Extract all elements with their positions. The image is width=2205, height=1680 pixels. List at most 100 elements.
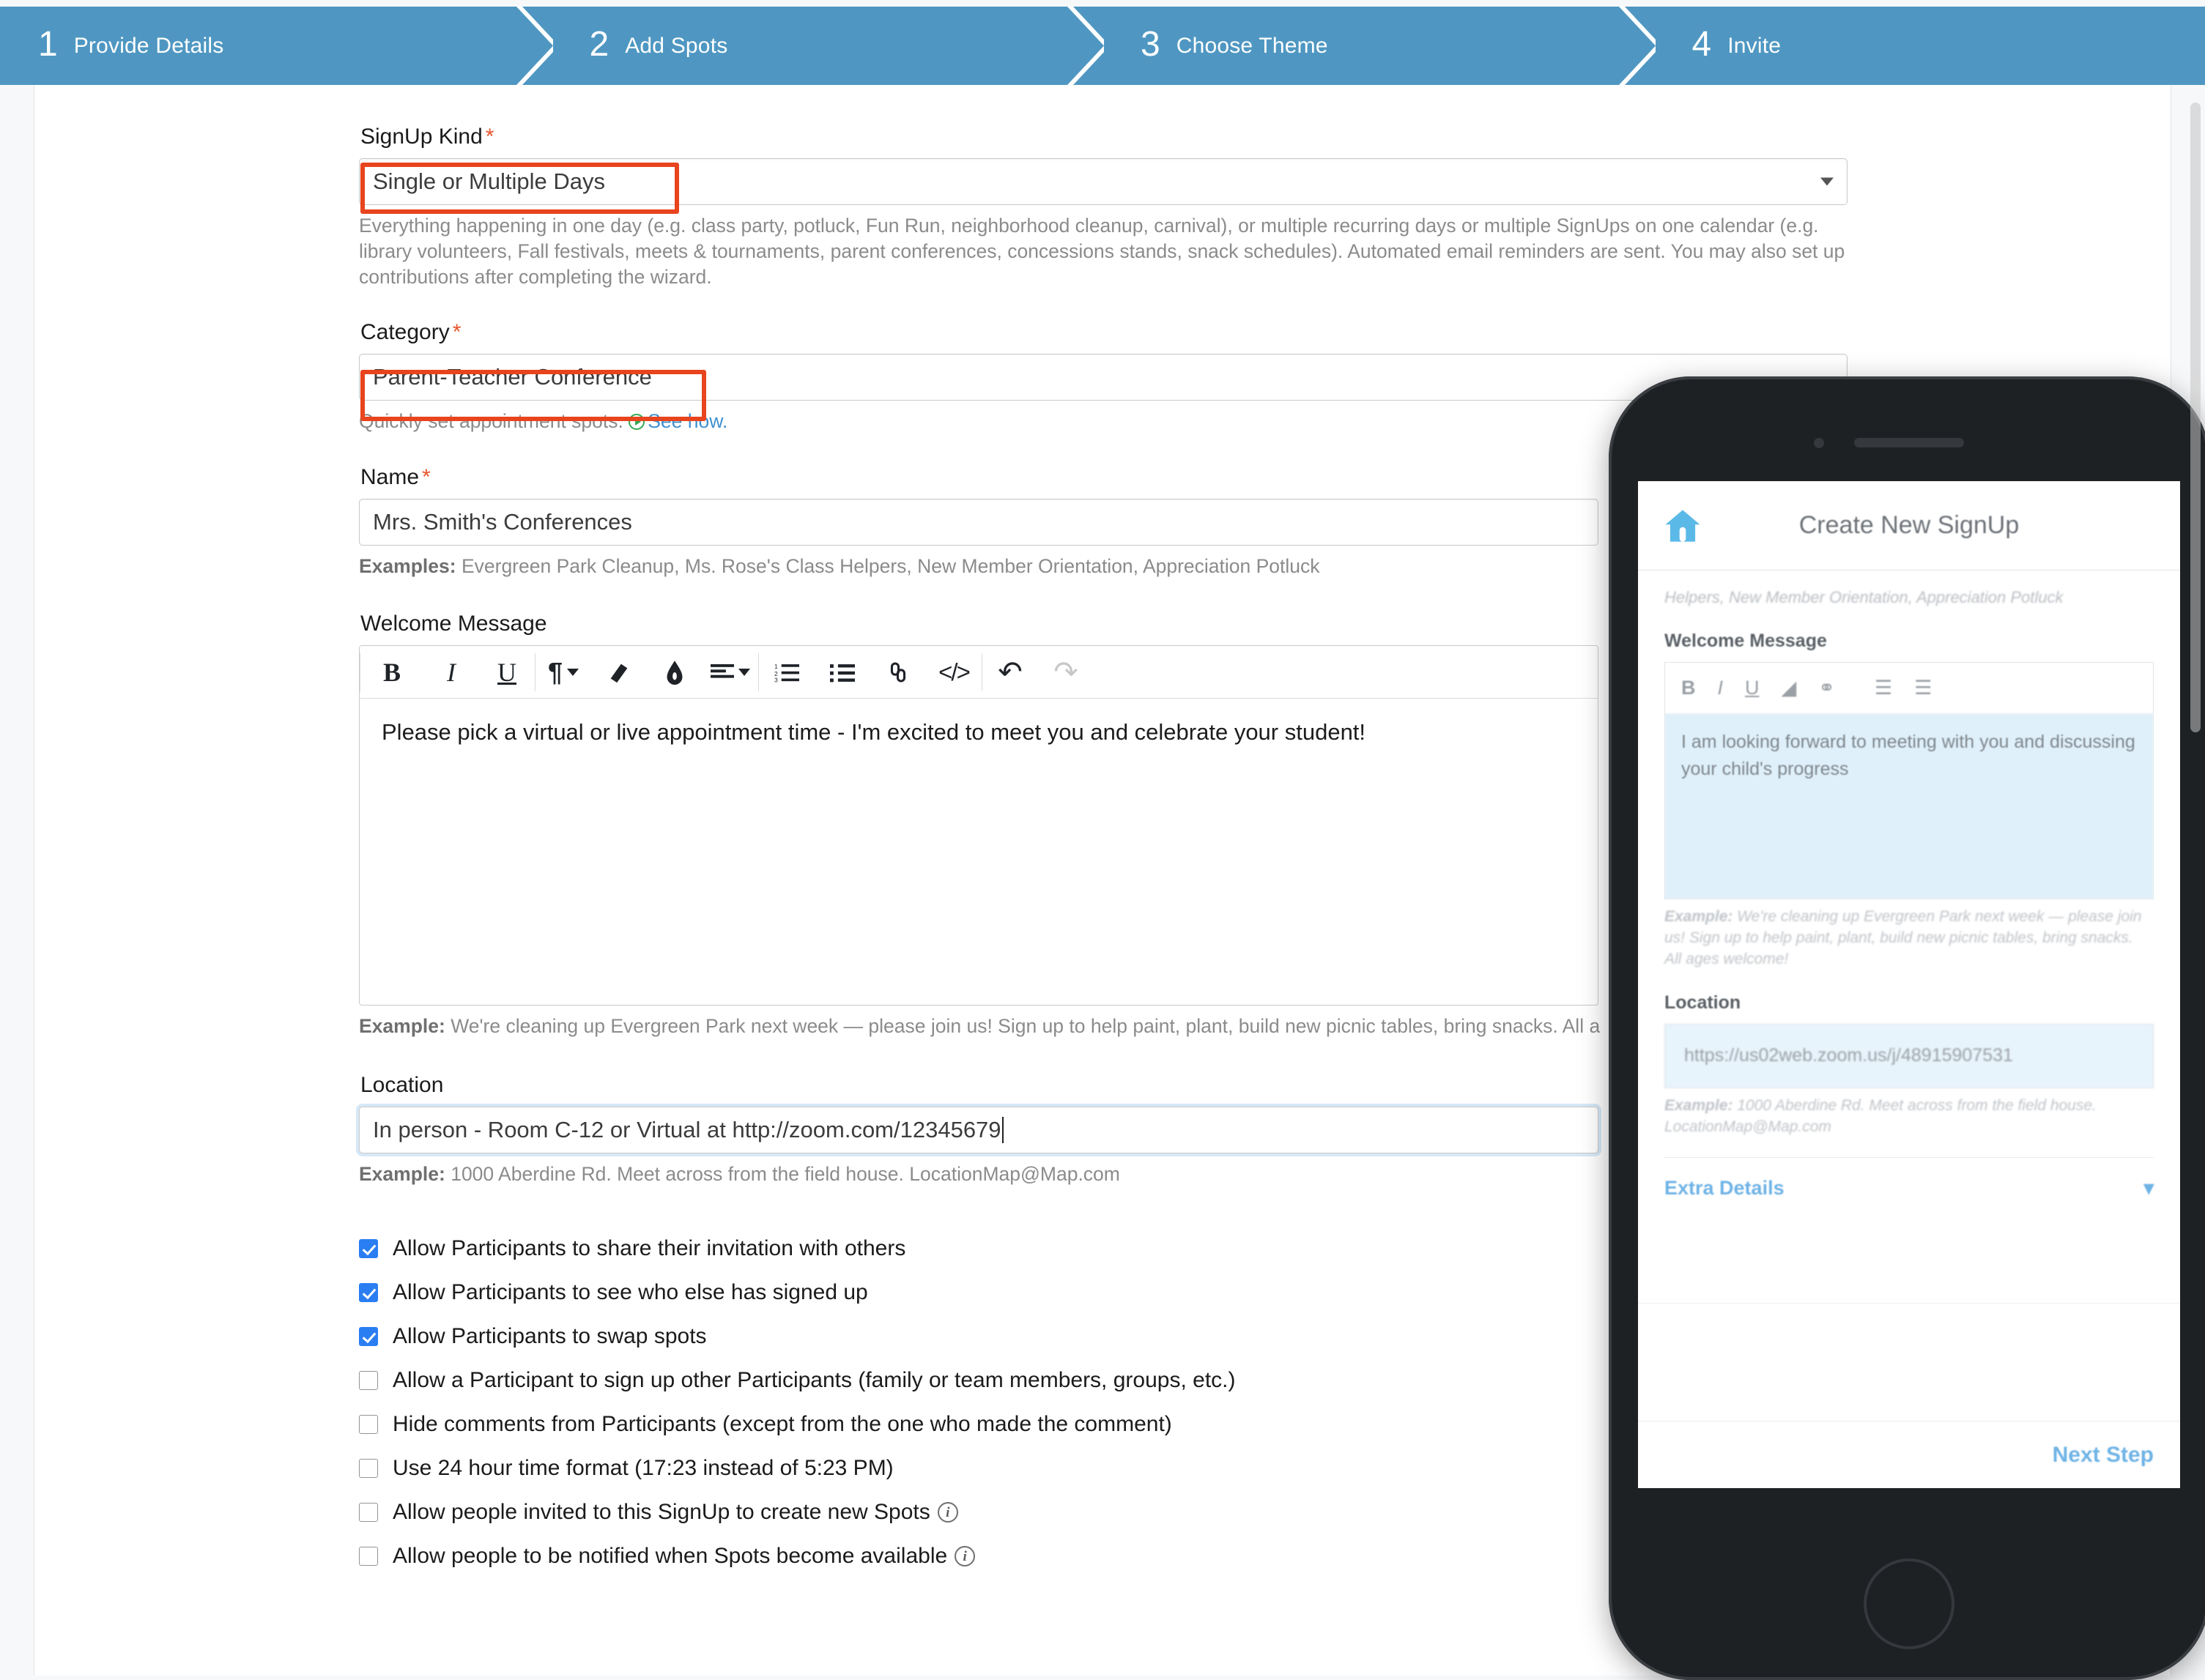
option-label: Allow a Participant to sign up other Par… [393, 1368, 1235, 1393]
info-icon[interactable]: i [938, 1502, 958, 1523]
welcome-message-editor[interactable]: B I U ¶ 1 [359, 645, 1598, 1006]
text-color-icon[interactable] [647, 646, 703, 698]
name-value: Mrs. Smith's Conferences [373, 509, 632, 535]
checkbox-notify-spots-available[interactable] [359, 1547, 378, 1566]
phone-camera [1814, 438, 1824, 448]
checkbox-allow-share-invitation[interactable] [359, 1239, 378, 1258]
signup-kind-label: SignUp Kind* [360, 124, 1897, 149]
paragraph-format-icon[interactable]: ¶ [536, 646, 591, 698]
text-color-icon[interactable]: ◢ [1782, 677, 1797, 699]
chevron-down-icon [1820, 178, 1834, 186]
phone-location-input[interactable]: https://us02web.zoom.us/j/48915907531 [1664, 1024, 2154, 1088]
signup-kind-value: Single or Multiple Days [373, 168, 605, 195]
location-value: In person - Room C-12 or Virtual at http… [373, 1117, 1001, 1143]
wizard-step-3[interactable]: 3 Choose Theme [1102, 7, 1654, 85]
option-label: Allow Participants to share their invita… [393, 1236, 905, 1261]
align-icon[interactable] [703, 646, 758, 698]
see-how-link[interactable]: See how. [648, 410, 727, 432]
redo-icon[interactable]: ↷ [1038, 646, 1094, 698]
wizard-step-2-number: 2 [590, 27, 609, 62]
option-label: Hide comments from Participants (except … [393, 1412, 1172, 1437]
ink-drop-glyph [664, 660, 686, 685]
insert-link-icon[interactable] [870, 646, 926, 698]
phone-section-divider [1638, 1303, 2180, 1304]
wizard-step-4-label: Invite [1727, 34, 1781, 59]
welcome-message-text[interactable]: Please pick a virtual or live appointmen… [360, 699, 1598, 1005]
phone-extra-details-toggle[interactable]: Extra Details ▾ [1664, 1158, 2154, 1219]
wizard-step-2[interactable]: 2 Add Spots [552, 7, 1103, 85]
phone-welcome-example: Example: We're cleaning up Evergreen Par… [1664, 907, 2154, 970]
underline-icon[interactable]: U [1745, 677, 1760, 699]
phone-welcome-text[interactable]: I am looking forward to meeting with you… [1665, 714, 2153, 899]
checkbox-allow-swap-spots[interactable] [359, 1327, 378, 1346]
wizard-step-1-number: 1 [38, 27, 58, 62]
phone-editor-toolbar: B I U ◢ ⚭ ☰ ☰ [1665, 663, 2153, 714]
play-circle-icon [629, 414, 645, 430]
unordered-list-icon[interactable] [815, 646, 870, 698]
align-glyph [711, 663, 734, 682]
ordered-list-glyph: 1 2 3 [774, 661, 799, 683]
wizard-step-4[interactable]: 4 Invite [1654, 7, 2205, 85]
info-icon[interactable]: i [955, 1546, 975, 1566]
wizard-step-3-label: Choose Theme [1176, 34, 1328, 59]
wizard-step-3-number: 3 [1141, 27, 1160, 62]
checkbox-hide-comments[interactable] [359, 1415, 378, 1434]
required-asterisk: * [486, 124, 494, 149]
step-chevron-icon [1067, 7, 1104, 85]
option-label: Allow Participants to swap spots [393, 1324, 707, 1349]
signup-kind-help: Everything happening in one day (e.g. cl… [359, 213, 1850, 291]
required-asterisk: * [453, 320, 462, 344]
option-label: Allow Participants to see who else has s… [393, 1280, 868, 1305]
wizard-step-2-label: Add Spots [625, 34, 727, 59]
phone-speaker [1854, 438, 1964, 447]
svg-text:3: 3 [774, 676, 778, 683]
phone-app-title: Create New SignUp [1638, 511, 2180, 540]
phone-form-body: Helpers, New Member Orientation, Appreci… [1638, 570, 2180, 1219]
option-label: Allow people invited to this SignUp to c… [393, 1500, 930, 1525]
highlighter-glyph [607, 660, 631, 685]
checkbox-24-hour-time[interactable] [359, 1459, 378, 1478]
checkbox-allow-see-who-signed-up[interactable] [359, 1283, 378, 1302]
unordered-list-icon[interactable]: ☰ [1914, 677, 1932, 699]
bold-icon[interactable]: B [360, 646, 423, 698]
category-select[interactable]: Parent-Teacher Conference [359, 354, 1848, 401]
ordered-list-icon[interactable]: ☰ [1875, 677, 1892, 699]
chevron-down-icon: ▾ [2143, 1177, 2154, 1200]
step-chevron-icon [1619, 7, 1656, 85]
wizard-step-1[interactable]: 1 Provide Details [0, 7, 552, 85]
phone-name-examples: Helpers, New Member Orientation, Appreci… [1664, 587, 2154, 609]
checkbox-allow-signup-others[interactable] [359, 1371, 378, 1390]
insert-link-icon[interactable]: ⚭ [1818, 677, 1835, 699]
undo-icon[interactable]: ↶ [982, 646, 1038, 698]
svg-text:1: 1 [774, 663, 778, 670]
editor-toolbar: B I U ¶ 1 [360, 646, 1598, 699]
phone-home-button[interactable] [1864, 1558, 1954, 1649]
phone-welcome-label: Welcome Message [1664, 631, 2154, 652]
checkbox-invited-create-spots[interactable] [359, 1503, 378, 1522]
wizard-step-4-number: 4 [1692, 27, 1712, 62]
category-value: Parent-Teacher Conference [373, 364, 652, 390]
phone-app-header: Create New SignUp [1638, 481, 2180, 570]
phone-location-example: Example: 1000 Aberdine Rd. Meet across f… [1664, 1096, 2154, 1138]
phone-next-step-button[interactable]: Next Step [2053, 1443, 2154, 1468]
location-input[interactable]: In person - Room C-12 or Virtual at http… [359, 1107, 1598, 1153]
italic-icon[interactable]: I [423, 646, 479, 698]
link-glyph [886, 661, 910, 684]
signup-kind-select[interactable]: Single or Multiple Days [359, 158, 1848, 205]
required-asterisk: * [422, 465, 431, 489]
wizard-step-bar: 1 Provide Details 2 Add Spots 3 Choose T… [0, 7, 2205, 85]
phone-mockup: Create New SignUp Helpers, New Member Or… [1609, 376, 2205, 1680]
page-left-margin [0, 85, 34, 1676]
phone-location-label: Location [1664, 992, 2154, 1014]
bold-icon[interactable]: B [1681, 677, 1696, 699]
phone-footer: Next Step [1638, 1421, 2180, 1488]
phone-welcome-editor[interactable]: B I U ◢ ⚭ ☰ ☰ I am looking forward to me… [1664, 662, 2154, 899]
code-view-icon[interactable]: </> [926, 646, 982, 698]
page-scrollbar[interactable] [2190, 103, 2201, 732]
name-input[interactable]: Mrs. Smith's Conferences [359, 499, 1598, 546]
text-highlight-icon[interactable] [591, 646, 647, 698]
option-label: Use 24 hour time format (17:23 instead o… [393, 1456, 894, 1481]
ordered-list-icon[interactable]: 1 2 3 [759, 646, 815, 698]
italic-icon[interactable]: I [1718, 677, 1724, 699]
underline-icon[interactable]: U [479, 646, 535, 698]
